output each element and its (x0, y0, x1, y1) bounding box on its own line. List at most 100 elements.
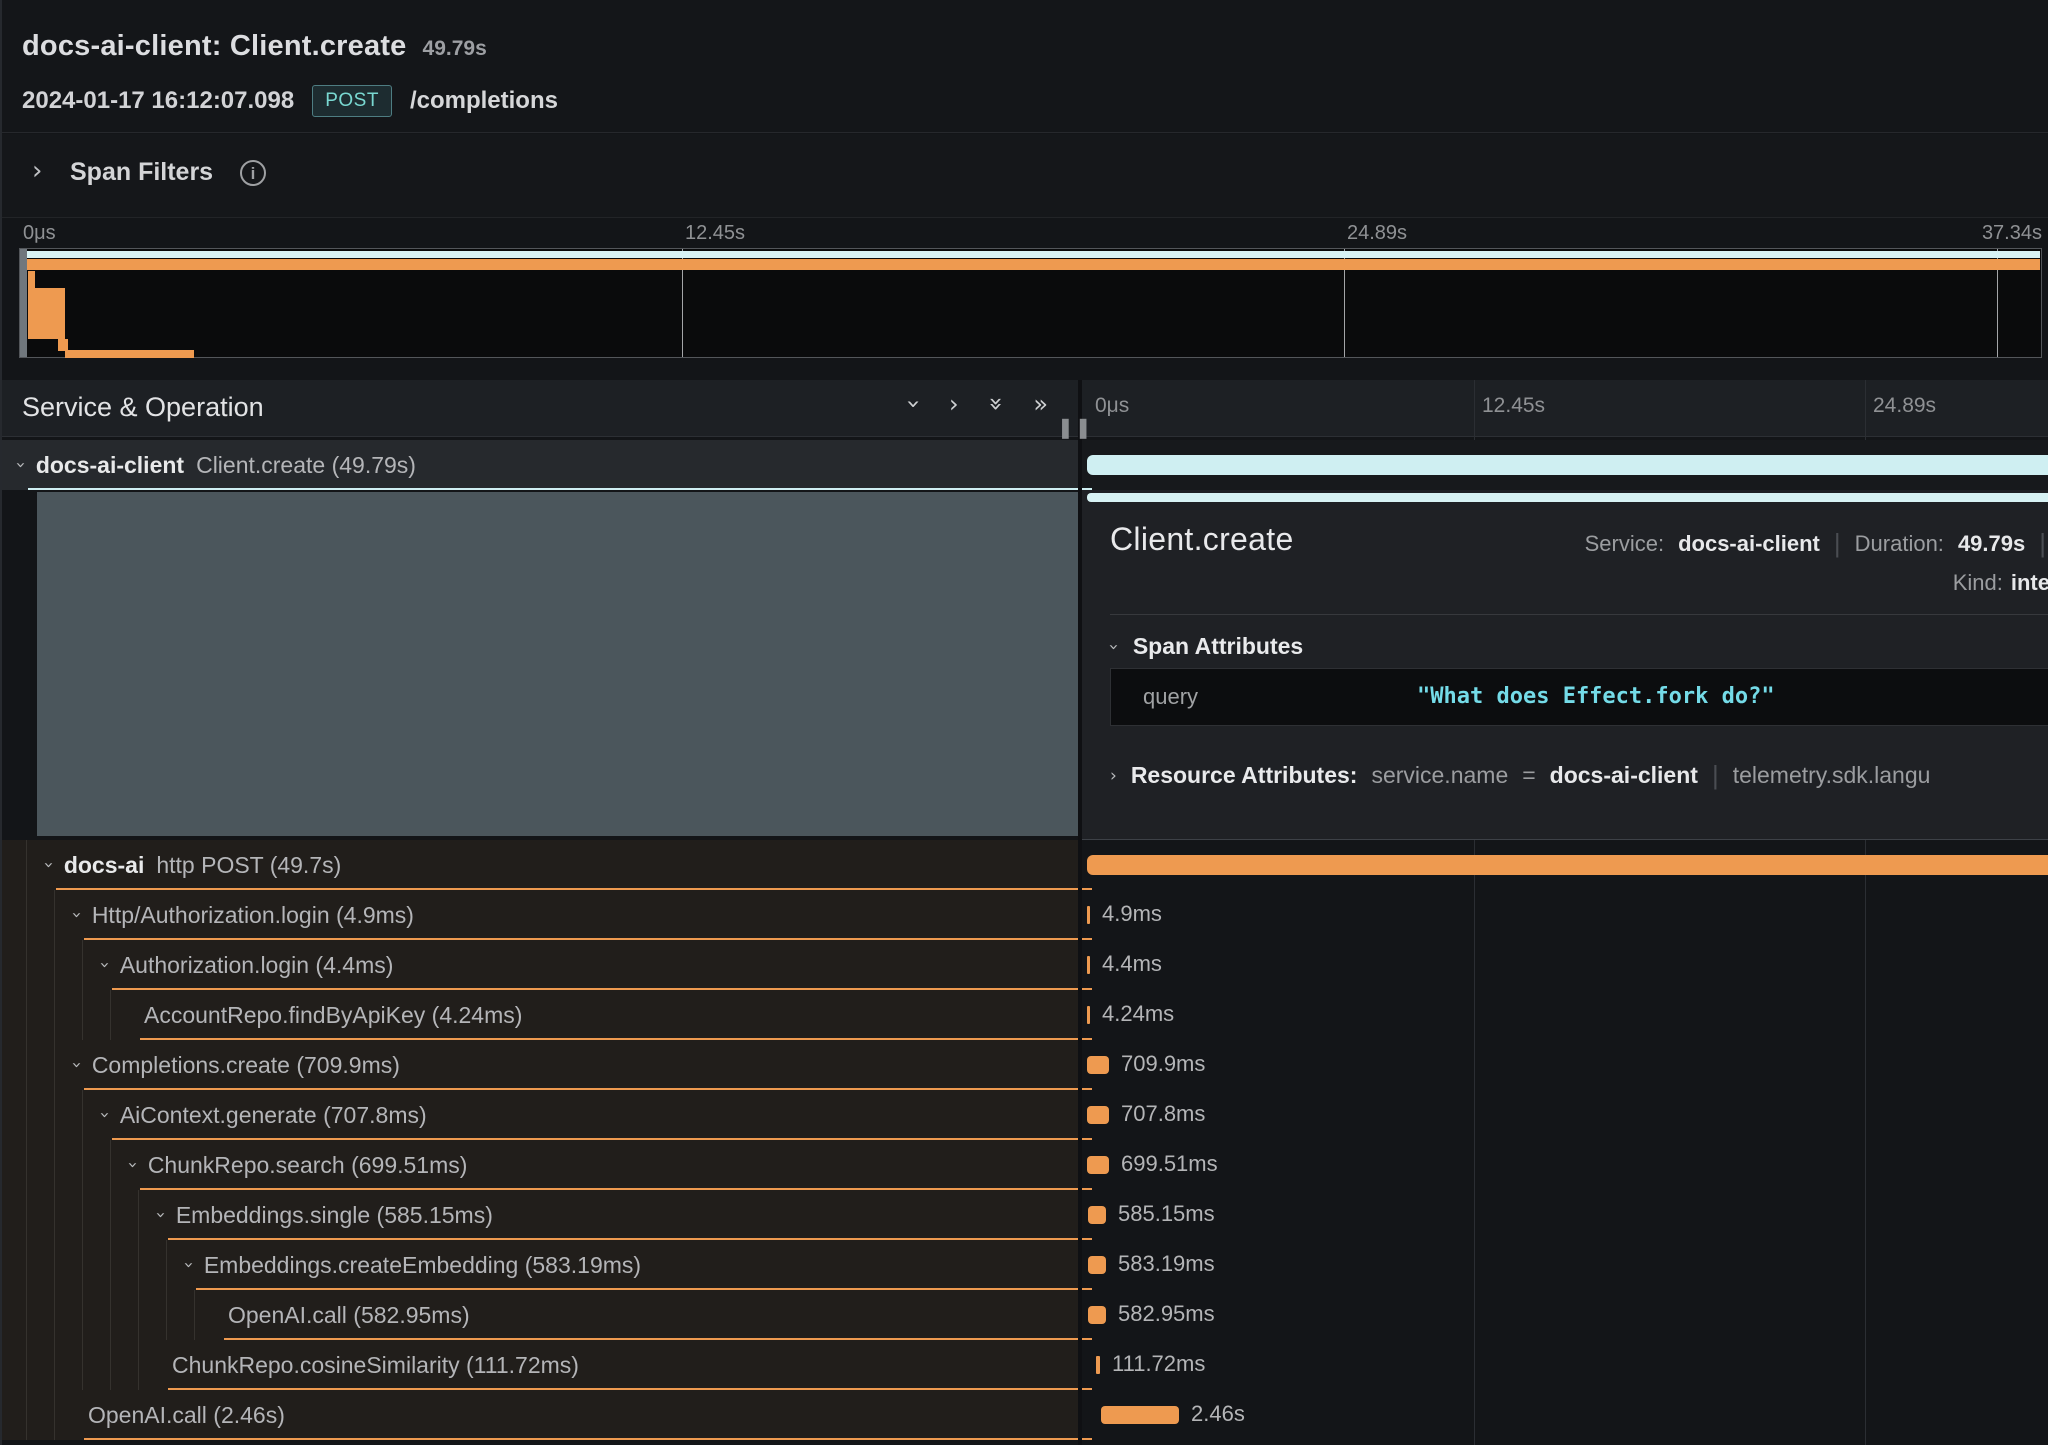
span-row[interactable]: ›Embeddings.createEmbedding (583.19ms) (2, 1240, 1078, 1290)
span-row[interactable]: › Http/Authorization.login (4.9ms) (2, 890, 1078, 940)
chevron-down-icon[interactable]: › (178, 1262, 198, 1269)
span-operation-name: ChunkRepo.search (699.51ms) (148, 1152, 468, 1179)
indent-guide-line (54, 1240, 55, 1290)
span-duration-bar[interactable] (1087, 1156, 1109, 1174)
indent-guide-line (54, 1140, 55, 1190)
indent-guide-line (26, 890, 27, 940)
chevron-down-icon[interactable]: › (10, 462, 30, 469)
span-row-root[interactable]: ›docs-ai-clientClient.create (49.79s) (2, 440, 1078, 490)
span-duration-bar[interactable] (1087, 1106, 1109, 1124)
trace-view-app: docs-ai-client: Client.create 49.79s 202… (0, 0, 2048, 1445)
span-bar-row[interactable]: 111.72ms (1082, 1340, 2048, 1390)
minimap-tick-label: 0μs (23, 222, 56, 245)
span-bar-row[interactable]: 2.46s (1082, 1390, 2048, 1440)
timeline-tick-label: 24.89s (1873, 394, 1936, 418)
span-duration-bar[interactable] (1087, 1006, 1090, 1024)
resource-value: docs-ai-client (1550, 762, 1698, 789)
resource-key: service.name (1371, 762, 1508, 789)
span-bar-row[interactable]: 709.9ms (1082, 1040, 2048, 1090)
service-operation-header: Service & Operation › › » » (2, 380, 1078, 437)
span-duration-label: 4.24ms (1102, 1001, 1174, 1027)
span-duration-bar[interactable] (1096, 1356, 1100, 1374)
span-bar-row[interactable]: 707.8ms (1082, 1090, 2048, 1140)
indent-guide-line (54, 890, 55, 940)
timeline-header: 0μs12.45s24.89s (1082, 380, 2048, 437)
collapse-all-icon[interactable]: » (982, 397, 1010, 412)
timeline-tick-label: 12.45s (1482, 394, 1545, 418)
chevron-down-icon[interactable]: › (150, 1212, 170, 1219)
span-bar-row-root[interactable] (1082, 440, 2048, 490)
span-bar-row[interactable]: 582.95ms (1082, 1290, 2048, 1340)
span-duration-bar[interactable] (1088, 1206, 1106, 1224)
indent-guide-line (110, 1190, 111, 1240)
span-duration-bar[interactable] (1087, 455, 2048, 475)
attribute-value: "What does Effect.fork do?" (1417, 684, 1775, 709)
span-duration-bar[interactable] (1101, 1406, 1179, 1424)
span-row[interactable]: ›docs-aihttp POST (49.7s) (2, 840, 1078, 890)
info-icon[interactable]: i (240, 160, 266, 186)
trace-timestamp: 2024-01-17 16:12:07.098 (22, 87, 294, 115)
detail-meta-line2: Kind: inte (1953, 570, 2048, 596)
span-duration-bar[interactable] (1088, 1306, 1106, 1324)
span-bar-row[interactable]: 585.15ms (1082, 1190, 2048, 1240)
span-bar-row[interactable] (1082, 840, 2048, 890)
span-duration-bar[interactable] (1087, 1056, 1109, 1074)
column-resizer[interactable] (1078, 380, 1082, 1445)
span-row[interactable]: ›AiContext.generate (707.8ms) (2, 1090, 1078, 1140)
span-bar-row[interactable]: 4.24ms (1082, 990, 2048, 1040)
span-row-text: ›docs-aihttp POST (49.7s) (45, 840, 341, 890)
minimap-tick-labels: 0μs12.45s24.89s37.34s (19, 222, 2042, 248)
indent-guide-line (26, 1090, 27, 1140)
indent-guide-line (82, 940, 83, 990)
minimap-drag-handle[interactable] (20, 249, 27, 357)
chevron-down-icon[interactable]: › (38, 862, 58, 869)
span-duration-bar[interactable] (1087, 956, 1090, 974)
span-bar-row[interactable]: 583.19ms (1082, 1240, 2048, 1290)
column-resizer-grip-icon[interactable]: ❚❚ (1057, 415, 1093, 440)
resource-attributes-label: Resource Attributes: (1131, 762, 1358, 789)
resource-attributes-row[interactable]: › Resource Attributes: service.name = do… (1110, 760, 2048, 791)
collapse-one-icon[interactable]: › (900, 399, 928, 409)
chevron-down-icon[interactable]: › (122, 1162, 142, 1169)
span-row[interactable]: OpenAI.call (2.46s) (2, 1390, 1078, 1440)
chevron-down-icon[interactable]: › (1103, 643, 1123, 650)
trace-minimap[interactable] (19, 248, 2042, 358)
chevron-down-icon[interactable]: › (94, 962, 114, 969)
chevron-right-icon[interactable]: › (1110, 766, 1117, 786)
chevron-right-icon[interactable]: › (32, 156, 42, 186)
span-attributes-header[interactable]: › Span Attributes (1110, 633, 1303, 660)
expand-all-icon[interactable]: » (1033, 390, 1048, 418)
span-duration-label: 582.95ms (1118, 1301, 1215, 1327)
span-row[interactable]: › ChunkRepo.search (699.51ms) (2, 1140, 1078, 1190)
span-duration-bar[interactable] (1087, 906, 1090, 924)
span-operation-name: Http/Authorization.login (4.9ms) (92, 902, 414, 929)
span-row[interactable]: ›Authorization.login (4.4ms) (2, 940, 1078, 990)
span-row[interactable]: ›Embeddings.single (585.15ms) (2, 1190, 1078, 1240)
indent-guide-line (110, 1140, 111, 1190)
expand-one-icon[interactable]: › (949, 390, 959, 418)
span-filters-bar[interactable]: › Span Filters i (2, 134, 2048, 218)
resource-eq: = (1522, 762, 1535, 789)
span-bar-row[interactable]: 699.51ms (1082, 1140, 2048, 1190)
span-attributes-table: query "What does Effect.fork do?" (1110, 668, 2048, 726)
span-duration-label: 585.15ms (1118, 1201, 1215, 1227)
span-row-text: ›Authorization.login (4.4ms) (101, 940, 393, 990)
indent-guide-line (54, 1290, 55, 1340)
span-duration-bar[interactable] (1087, 855, 2048, 875)
span-bar-row[interactable]: 4.9ms (1082, 890, 2048, 940)
span-row[interactable]: ›Completions.create (709.9ms) (2, 1040, 1078, 1090)
chevron-down-icon[interactable]: › (94, 1112, 114, 1119)
indent-guide-line (26, 1290, 27, 1340)
trace-meta-line: 2024-01-17 16:12:07.098 POST /completion… (22, 85, 558, 117)
span-row-text: AccountRepo.findByApiKey (4.24ms) (129, 990, 522, 1040)
span-bar-row[interactable]: 4.4ms (1082, 940, 2048, 990)
span-duration-bar[interactable] (1088, 1256, 1106, 1274)
indent-guide-line (26, 940, 27, 990)
chevron-down-icon[interactable]: › (66, 912, 86, 919)
chevron-down-icon[interactable]: › (66, 1062, 86, 1069)
span-row[interactable]: AccountRepo.findByApiKey (4.24ms) (2, 990, 1078, 1040)
detail-span-bar[interactable] (1087, 493, 2048, 502)
span-row-underline (28, 488, 1078, 490)
span-row[interactable]: ChunkRepo.cosineSimilarity (111.72ms) (2, 1340, 1078, 1390)
span-row[interactable]: OpenAI.call (582.95ms) (2, 1290, 1078, 1340)
